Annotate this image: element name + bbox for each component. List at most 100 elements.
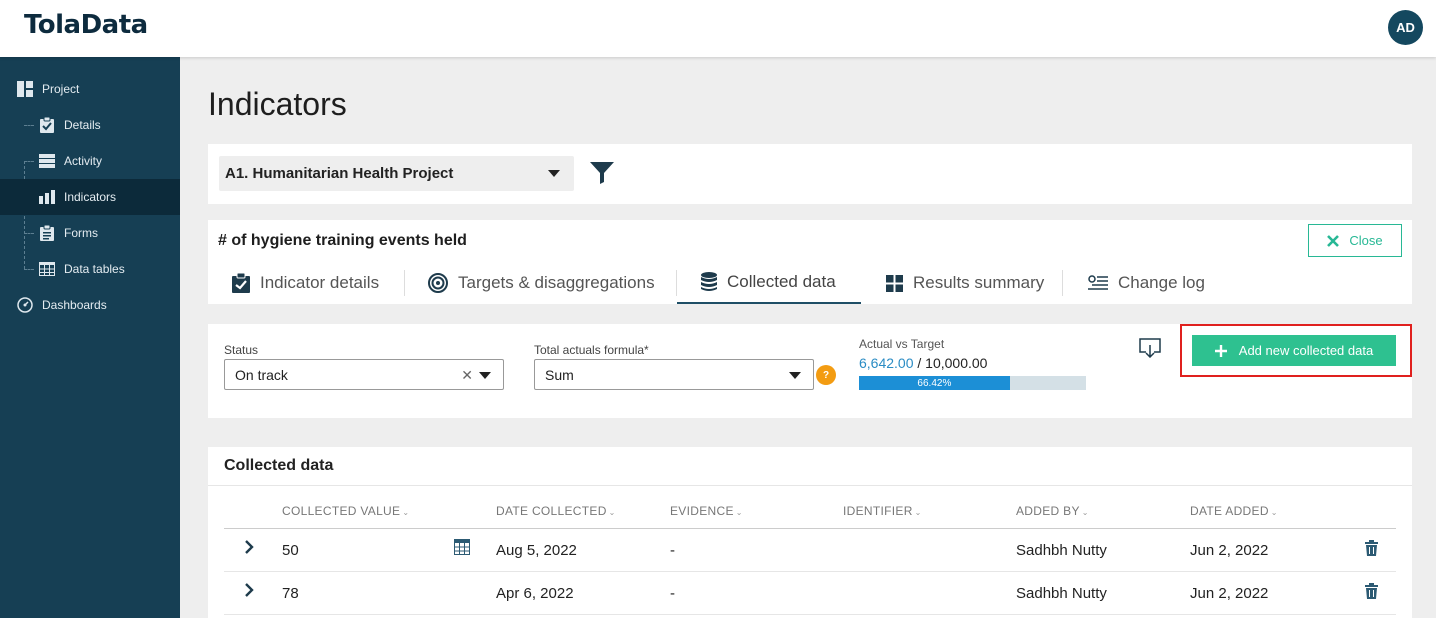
tab-divider bbox=[404, 270, 405, 296]
column-header-date-added[interactable]: DATE ADDED ⌄ bbox=[1190, 504, 1278, 518]
sort-icon: ⌄ bbox=[608, 508, 616, 517]
target-icon bbox=[428, 273, 448, 293]
cell-date-added: Jun 2, 2022 bbox=[1190, 585, 1269, 602]
sort-icon: ⌄ bbox=[735, 508, 743, 517]
sidebar-item-details[interactable]: Details bbox=[0, 107, 180, 143]
trash-icon[interactable] bbox=[1365, 583, 1378, 604]
add-button-label: Add new collected data bbox=[1238, 343, 1374, 358]
tab-label: Change log bbox=[1118, 273, 1205, 292]
cell-date-added: Jun 2, 2022 bbox=[1190, 542, 1269, 559]
user-avatar[interactable]: AD bbox=[1388, 10, 1423, 45]
progress-fill: 66.42% bbox=[859, 376, 1010, 390]
cell-evidence: - bbox=[670, 585, 675, 602]
column-header-label: EVIDENCE bbox=[670, 504, 734, 518]
actual-vs-target-values: 6,642.00 / 10,000.00 bbox=[859, 355, 987, 371]
tab-label: Indicator details bbox=[260, 273, 380, 292]
tab-collected-data[interactable]: Collected data bbox=[677, 262, 861, 304]
sidebar-item-activity[interactable]: Activity bbox=[0, 143, 180, 179]
cell-collected-value: 78 bbox=[282, 585, 299, 602]
indicator-card: # of hygiene training events held Close … bbox=[208, 220, 1412, 304]
tab-targets[interactable]: Targets & disaggregations bbox=[428, 262, 655, 304]
tab-label: Results summary bbox=[913, 273, 1045, 292]
project-select[interactable]: A1. Humanitarian Health Project bbox=[219, 156, 574, 191]
sidebar-item-dashboards[interactable]: Dashboards bbox=[0, 287, 180, 323]
sort-icon: ⌄ bbox=[914, 508, 922, 517]
caret-down-icon bbox=[479, 372, 491, 379]
top-bar: TolaData AD bbox=[0, 0, 1436, 57]
sidebar-item-forms[interactable]: Forms bbox=[0, 215, 180, 251]
collected-data-title: Collected data bbox=[224, 457, 334, 474]
add-collected-data-button[interactable]: Add new collected data bbox=[1192, 335, 1396, 366]
indicator-title: # of hygiene training events held bbox=[218, 232, 467, 249]
close-icon bbox=[1327, 234, 1340, 247]
sidebar-item-label: Project bbox=[42, 82, 80, 96]
gauge-icon bbox=[16, 296, 34, 314]
cell-date-collected: Apr 6, 2022 bbox=[496, 585, 574, 602]
close-button[interactable]: Close bbox=[1308, 224, 1402, 257]
status-select[interactable]: On track ✕ bbox=[224, 359, 504, 390]
status-label: Status bbox=[224, 343, 259, 357]
trash-icon[interactable] bbox=[1365, 540, 1378, 561]
status-value: On track bbox=[235, 366, 288, 383]
column-header-identifier[interactable]: IDENTIFIER ⌄ bbox=[843, 504, 922, 518]
sidebar-item-data-tables[interactable]: Data tables bbox=[0, 251, 180, 287]
formula-value: Sum bbox=[545, 366, 574, 383]
column-header-date-collected[interactable]: DATE COLLECTED ⌄ bbox=[496, 504, 616, 518]
calendar-table-icon[interactable] bbox=[454, 539, 470, 560]
app-logo[interactable]: TolaData bbox=[24, 10, 148, 40]
column-header-label: COLLECTED VALUE bbox=[282, 504, 401, 518]
log-icon bbox=[1088, 275, 1108, 290]
progress-bar: 66.42% bbox=[859, 376, 1086, 390]
filter-icon[interactable] bbox=[590, 162, 614, 189]
sidebar-item-label: Details bbox=[64, 118, 101, 132]
cell-collected-value: 50 bbox=[282, 542, 299, 559]
tab-label: Targets & disaggregations bbox=[458, 273, 655, 292]
sidebar-item-label: Activity bbox=[64, 154, 103, 168]
actual-vs-target-label: Actual vs Target bbox=[859, 337, 945, 351]
server-icon bbox=[38, 152, 56, 170]
column-header-label: IDENTIFIER bbox=[843, 504, 913, 518]
table-icon bbox=[38, 260, 56, 278]
filter-bar: A1. Humanitarian Health Project bbox=[208, 144, 1412, 204]
column-header-label: DATE ADDED bbox=[1190, 504, 1269, 518]
formula-label: Total actuals formula* bbox=[534, 343, 649, 357]
clipboard-check-icon bbox=[232, 273, 250, 293]
caret-down-icon bbox=[789, 372, 801, 379]
close-button-label: Close bbox=[1349, 233, 1383, 248]
grid-icon bbox=[886, 274, 903, 292]
tab-results-summary[interactable]: Results summary bbox=[886, 262, 1044, 304]
project-icon bbox=[16, 80, 34, 98]
sidebar-item-label: Indicators bbox=[64, 190, 117, 204]
tab-label: Collected data bbox=[727, 272, 836, 291]
sidebar-item-label: Forms bbox=[64, 226, 98, 240]
download-icon[interactable] bbox=[1139, 338, 1161, 363]
table-row[interactable]: 50 Aug 5, 2022 - Sadhbh Nutty Jun 2, 202… bbox=[224, 529, 1396, 572]
page-title: Indicators bbox=[208, 86, 347, 122]
sidebar-item-project[interactable]: Project bbox=[0, 71, 180, 107]
formula-select[interactable]: Sum bbox=[534, 359, 814, 390]
tab-indicator-details[interactable]: Indicator details bbox=[232, 262, 379, 304]
column-header-label: ADDED BY bbox=[1016, 504, 1080, 518]
project-select-value: A1. Humanitarian Health Project bbox=[225, 165, 454, 182]
cell-added-by: Sadhbh Nutty bbox=[1016, 542, 1107, 559]
expand-chevron-icon[interactable] bbox=[244, 539, 254, 560]
tab-change-log[interactable]: Change log bbox=[1088, 262, 1205, 304]
sidebar-item-indicators[interactable]: Indicators bbox=[0, 179, 180, 215]
target-value: / 10,000.00 bbox=[917, 355, 988, 371]
plus-icon bbox=[1214, 344, 1227, 357]
column-header-added-by[interactable]: ADDED BY ⌄ bbox=[1016, 504, 1089, 518]
database-icon bbox=[701, 272, 717, 291]
help-icon[interactable]: ? bbox=[816, 365, 836, 385]
caret-down-icon bbox=[548, 170, 560, 177]
cell-evidence: - bbox=[670, 542, 675, 559]
sidebar-item-label: Dashboards bbox=[42, 298, 107, 312]
tab-divider bbox=[1062, 270, 1063, 296]
expand-chevron-icon[interactable] bbox=[244, 582, 254, 603]
clipboard-list-icon bbox=[38, 224, 56, 242]
table-row[interactable]: 78 Apr 6, 2022 - Sadhbh Nutty Jun 2, 202… bbox=[224, 572, 1396, 615]
sidebar: Project Details Activity Indicators Form… bbox=[0, 57, 180, 618]
clear-icon[interactable]: ✕ bbox=[461, 367, 473, 384]
column-header-evidence[interactable]: EVIDENCE ⌄ bbox=[670, 504, 743, 518]
sort-icon: ⌄ bbox=[1270, 508, 1278, 517]
column-header-collected-value[interactable]: COLLECTED VALUE ⌄ bbox=[282, 504, 409, 518]
